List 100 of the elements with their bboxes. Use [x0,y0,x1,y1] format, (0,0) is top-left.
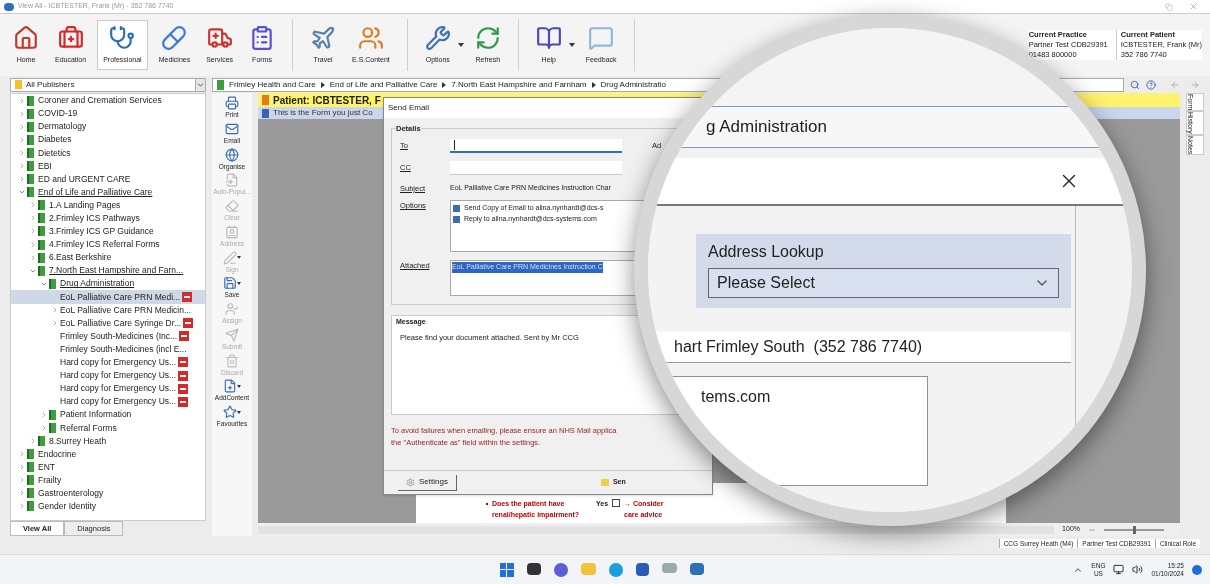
chevron-right-icon[interactable] [51,306,59,315]
tree-item[interactable]: Dermatology [38,120,87,134]
tree-item[interactable]: Patient Information [60,408,132,422]
chevron-right-icon[interactable] [40,423,48,432]
tree-item[interactable]: ED and URGENT CARE [38,172,131,186]
tree-item[interactable]: Frailty [38,473,62,487]
tree-item[interactable]: Drug Administration [60,277,135,291]
restore-icon[interactable] [1165,2,1173,11]
tree-item[interactable]: Coroner and Cremation Services [38,94,162,107]
chevron-right-icon[interactable] [18,96,26,105]
tree-item[interactable]: Hard copy for Emergency Us... [60,395,177,409]
breadcrumb-link[interactable]: 7.North East Hampshire and Farnham [451,78,587,91]
address-card-icon [225,224,239,239]
chevron-right-icon[interactable] [18,463,26,472]
browser-icon[interactable] [608,562,623,577]
tree-item[interactable]: 3.Frimley ICS GP Guidance [49,225,154,238]
tree-item[interactable]: ENT [38,460,55,474]
tree-item[interactable]: Hard copy for Emergency Us... [60,369,177,382]
book-icon [49,422,56,433]
caret-icon[interactable] [457,43,464,47]
checkbox[interactable] [453,205,460,212]
chevron-right-icon[interactable] [18,122,26,131]
tree-item[interactable]: 2.Frimley ICS Pathways [49,212,140,225]
tree-item[interactable]: 8.Surrey Heath [49,434,107,448]
notification-icon[interactable] [1192,564,1202,575]
medical-kit-icon [57,24,84,51]
book-icon [27,108,34,119]
tree-item[interactable]: Frimley South-Medicines (Inc... [60,329,178,343]
tree-item[interactable]: Endocrine [38,447,77,461]
eraser-icon [225,199,239,213]
address-lookup-dropdown[interactable]: Please Select [708,268,1059,298]
zoom-slider[interactable] [1104,528,1164,531]
search-icon[interactable] [1130,79,1140,90]
house-icon [13,24,39,51]
chevron-right-icon[interactable] [29,253,37,262]
chevron-right-icon[interactable] [40,410,48,419]
forward-icon[interactable] [1190,79,1200,90]
chevron-right-icon[interactable] [18,476,26,485]
chevron-right-icon[interactable] [18,148,26,157]
tree-item[interactable]: EoL Palliative Care Syringe Dr... [60,316,182,330]
gear-icon [406,477,415,487]
task-view-icon[interactable] [526,562,541,575]
tree-item[interactable]: Dietetics [38,146,71,160]
chevron-right-icon[interactable] [29,201,37,210]
chevron-right-icon[interactable] [18,162,26,170]
to-field[interactable] [450,139,622,153]
caret-icon[interactable] [568,43,575,47]
tree-item[interactable]: Diabetes [38,133,72,147]
back-icon[interactable] [1170,79,1180,90]
tree-item[interactable]: Referral Forms [60,421,117,435]
chevron-right-icon[interactable] [51,319,59,328]
breadcrumb-link[interactable]: Frimley Health and Care [229,78,316,91]
arrow-icon [320,81,325,88]
document-icon [225,173,239,188]
breadcrumb-link[interactable]: Drug Administratio [600,78,666,91]
tree-item[interactable]: Hard copy for Emergency Us... [60,356,177,369]
folder-icon[interactable] [580,562,596,575]
checkbox[interactable] [612,499,621,507]
publisher-dropdown[interactable]: All Publishers [10,77,206,92]
document-plus-icon [223,379,237,394]
checkbox[interactable] [453,215,460,223]
chevron-right-icon[interactable] [29,240,37,249]
chevron-right-icon[interactable] [18,109,26,118]
pill-icon [161,24,188,51]
tree-item[interactable]: Gastroenterology [38,487,104,500]
chevron-right-icon[interactable] [18,135,26,144]
tree-item[interactable]: COVID-19 [38,107,78,120]
tree-item[interactable]: Hard copy for Emergency Us... [60,382,177,395]
settings-button[interactable]: Settings [398,474,457,491]
horizontal-scrollbar[interactable] [258,525,1055,534]
speaker-icon[interactable] [1132,564,1144,575]
stethoscope-icon [109,24,136,51]
tree-item[interactable]: 6.East Berkshire [49,251,112,265]
tree-item[interactable]: Gender Identity [38,500,97,513]
tree-item[interactable]: Frimley South-Medicines (incl E... [60,342,187,356]
chevron-right-icon[interactable] [18,450,26,459]
drive-icon[interactable] [661,562,677,573]
tree-item[interactable]: EBI [38,159,52,173]
chevron-right-icon[interactable] [29,214,37,223]
cc-field[interactable] [450,161,622,175]
store-icon[interactable] [635,562,649,576]
chevron-right-icon[interactable] [29,227,37,236]
windows-logo-icon[interactable] [499,562,514,577]
help-icon[interactable] [1146,79,1156,90]
book-icon [49,409,56,420]
chevron-right-icon[interactable] [18,502,26,511]
chevron-right-icon[interactable] [29,437,37,445]
tree-item[interactable]: End of Life and Palliative Care [38,185,153,199]
network-icon[interactable] [1113,564,1125,575]
tree-item[interactable]: EoL Palliative Care PRN Medicin... [60,303,191,317]
app-logo-icon[interactable] [689,562,704,575]
tree-item[interactable]: 4.Frimley ICS Referral Forms [49,238,160,251]
breadcrumb-link[interactable]: End of Life and Palliative Care [329,78,438,91]
tree-item[interactable]: 1.A Landing Pages [49,198,121,212]
book-icon [27,147,34,158]
book-icon [27,449,34,460]
chevron-right-icon[interactable] [18,489,26,498]
tree-item[interactable]: 7.North East Hampshire and Farn... [49,264,184,278]
chat-icon[interactable] [553,562,568,577]
chevron-right-icon[interactable] [18,175,26,184]
